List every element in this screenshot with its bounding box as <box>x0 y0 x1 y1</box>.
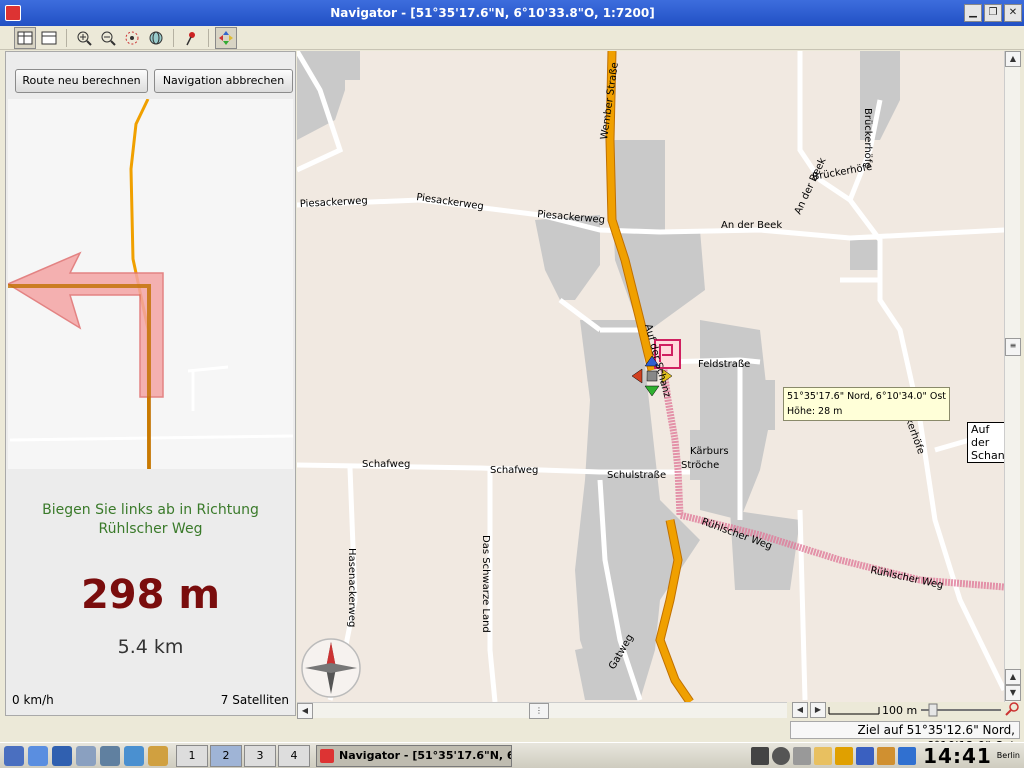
zoom-in-icon[interactable] <box>73 27 95 49</box>
scroll-left-icon[interactable]: ◀ <box>792 702 808 718</box>
scroll-left-icon[interactable]: ◀ <box>297 703 313 719</box>
close-button[interactable]: ✕ <box>1004 4 1022 22</box>
turn-distance: 298 m <box>80 572 221 618</box>
network-icon[interactable] <box>835 746 854 765</box>
desktop-2-button[interactable]: 2 <box>210 744 242 767</box>
files-icon[interactable] <box>148 745 168 766</box>
turn-preview <box>6 98 294 470</box>
maximize-button[interactable]: ❐ <box>984 4 1002 22</box>
satellite-count: 7 Satelliten <box>220 693 289 707</box>
taskbar: 1 2 3 4 Navigator - [51°35'17.6"N, 6°10'… <box>0 742 1024 768</box>
route-icon[interactable] <box>121 27 143 49</box>
title-bar: Navigator - [51°35'17.6"N, 6°10'33.8"O, … <box>0 0 1024 26</box>
scroll-thumb[interactable]: ≡ <box>1005 338 1021 356</box>
vertical-scrollbar[interactable]: ▲ ≡ ▲ ▼ <box>1004 51 1021 702</box>
scroll-thumb[interactable]: ⋮ <box>529 703 549 719</box>
magnifier-icon[interactable] <box>1005 701 1019 719</box>
k-icon[interactable] <box>772 746 791 765</box>
zoom-controls: ◀ ▶ 100 m <box>792 701 1024 719</box>
toolbar-separator <box>66 28 67 47</box>
direction-instruction: Biegen Sie links ab in Richtung Rühlsche… <box>6 501 295 539</box>
split-view-icon[interactable] <box>14 26 36 49</box>
tooltip-coordinates: 51°35'17.6" Nord, 6°10'34.0" Ost <box>787 391 946 402</box>
folder-icon[interactable] <box>877 746 896 765</box>
toolbar-separator <box>208 28 209 47</box>
start-menu-icon[interactable] <box>4 745 24 766</box>
scale-label: 100 m <box>882 703 918 717</box>
cursor-street-label: Auf der Schanz <box>967 422 1004 463</box>
map-view-icon[interactable] <box>38 27 60 49</box>
recalculate-route-button[interactable]: Route neu berechnen <box>15 69 148 93</box>
map-canvas[interactable]: Piesackerweg Piesackerweg Piesackerweg A… <box>297 51 1004 702</box>
package-icon[interactable] <box>52 745 72 766</box>
street-label: Brückerhöfe <box>862 108 873 168</box>
street-label: Das Schwarze Land <box>480 535 491 633</box>
scroll-up-icon[interactable]: ▲ <box>1005 669 1021 685</box>
zoom-slider[interactable] <box>919 703 1003 717</box>
toolbar-separator <box>173 28 174 47</box>
compass-icon <box>301 638 361 698</box>
speed-readout: 0 km/h <box>12 693 54 707</box>
home-icon[interactable] <box>28 745 48 766</box>
total-distance: 5.4 km <box>117 636 184 658</box>
move-icon[interactable] <box>215 26 237 49</box>
direction-line-1: Biegen Sie links ab in Richtung <box>42 502 259 518</box>
street-label: Ströche <box>681 460 719 471</box>
minimize-button[interactable]: ▁ <box>964 4 982 22</box>
notes-icon[interactable] <box>814 746 833 765</box>
street-label: Hasenackerweg <box>346 548 357 627</box>
clock[interactable]: 14:41 <box>923 744 992 768</box>
tooltip-height: Höhe: 28 m <box>787 406 843 417</box>
globe-icon[interactable] <box>145 27 167 49</box>
street-label: An der Beek <box>721 220 782 231</box>
scroll-right-icon[interactable]: ▶ <box>810 702 826 718</box>
battery-icon[interactable] <box>751 746 770 765</box>
scroll-up-icon[interactable]: ▲ <box>1005 51 1021 67</box>
toolbar <box>0 26 1024 50</box>
scroll-down-icon[interactable]: ▼ <box>1005 685 1021 701</box>
volume-icon[interactable] <box>793 746 812 765</box>
pin-icon[interactable] <box>180 27 202 49</box>
cancel-navigation-button[interactable]: Navigation abbrechen <box>154 69 293 93</box>
app-icon[interactable] <box>5 5 21 21</box>
street-label: Schulstraße <box>607 470 666 481</box>
desktop-4-button[interactable]: 4 <box>278 744 310 767</box>
zoom-out-icon[interactable] <box>97 27 119 49</box>
browser-icon[interactable] <box>124 745 144 766</box>
scale-bar-graphic <box>828 707 880 715</box>
desktop-3-button[interactable]: 3 <box>244 744 276 767</box>
street-label: Schafweg <box>362 459 410 470</box>
street-label: Kärburs <box>690 446 729 457</box>
navigation-panel: Route neu berechnen Navigation abbrechen… <box>5 51 296 716</box>
direction-line-2: Rühlscher Weg <box>98 521 203 537</box>
street-label: Feldstraße <box>698 359 750 370</box>
editor-icon[interactable] <box>100 745 120 766</box>
settings-icon[interactable] <box>76 745 96 766</box>
download-icon[interactable] <box>898 746 917 765</box>
position-tooltip: 51°35'17.6" Nord, 6°10'34.0" Ost Höhe: 2… <box>783 387 950 421</box>
task-navigator[interactable]: Navigator - [51°35'17.6"N, 6°10'3 <box>316 744 512 767</box>
system-tray: 14:41 Berlin <box>751 744 1024 768</box>
timezone-label: Berlin <box>996 751 1020 760</box>
horizontal-scrollbar[interactable]: ◀ ⋮ <box>297 702 787 719</box>
turn-preview-graphic <box>6 98 294 470</box>
destination-status: Ziel auf 51°35'12.6" Nord, 6°10'12.9" Os… <box>790 721 1020 753</box>
window-title: Navigator - [51°35'17.6"N, 6°10'33.8"O, … <box>330 6 655 20</box>
map-view[interactable]: Piesackerweg Piesackerweg Piesackerweg A… <box>297 51 1004 702</box>
street-label: Schafweg <box>490 465 538 476</box>
display-icon[interactable] <box>856 746 875 765</box>
desktop-1-button[interactable]: 1 <box>176 744 208 767</box>
